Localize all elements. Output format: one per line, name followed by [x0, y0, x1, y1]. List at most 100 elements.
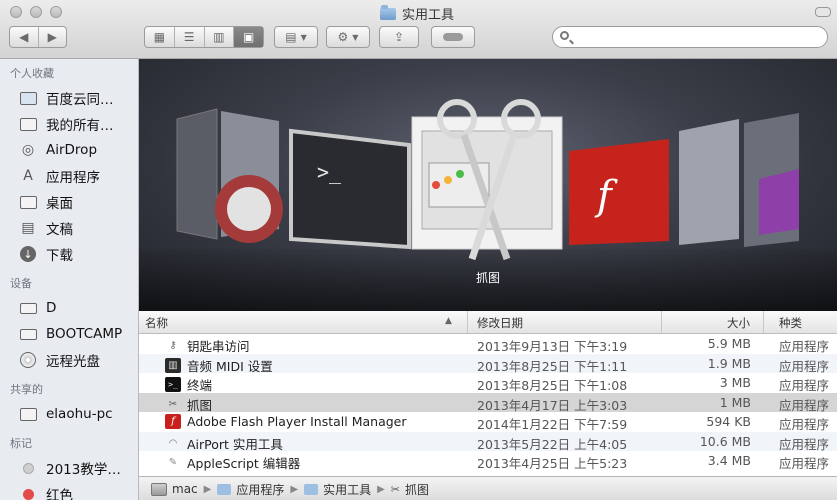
sort-ascending-icon: ▲ — [445, 316, 452, 326]
coverflow-item-grab[interactable] — [411, 99, 563, 261]
row-size: 1.9 MB — [707, 355, 751, 371]
chevron-right-icon: ▶ — [203, 483, 212, 495]
sidebar-item-bootcamp[interactable]: BOOTCAMP — [0, 321, 138, 347]
coverflow-caption: 抓图 — [475, 271, 500, 285]
airport-icon: ◠ — [168, 437, 178, 449]
table-row[interactable]: >_ 终端 2013年8月25日 下午1:08 3 MB 应用程序 — [139, 373, 837, 393]
path-item-mac[interactable]: mac — [151, 482, 198, 496]
list-header: 名称 ▲ 修改日期 大小 种类 — [139, 311, 837, 334]
coverflow-item-flash[interactable]: f — [569, 139, 669, 245]
drive-icon — [18, 299, 38, 317]
sidebar-item-drive-d[interactable]: D — [0, 295, 138, 321]
row-kind: 应用程序 — [779, 358, 830, 374]
row-kind: 应用程序 — [779, 339, 830, 354]
grab-icon: ✂ — [390, 482, 400, 496]
column-header-size[interactable]: 大小 — [727, 315, 750, 331]
row-size: 1 MB — [719, 394, 751, 410]
arrange-button[interactable]: ▤ ▼ — [274, 26, 318, 48]
path-item-applications[interactable]: 应用程序 — [217, 481, 284, 498]
table-row[interactable]: ✎ AppleScript 编辑器 2013年4月25日 上午5:23 3.4 M… — [139, 451, 837, 471]
search-field[interactable] — [552, 26, 828, 48]
path-item-label: 抓图 — [405, 482, 430, 497]
sidebar-item-applications[interactable]: A 应用程序 — [0, 163, 138, 189]
window-title: 实用工具 — [380, 4, 454, 23]
sidebar-item-tag-2013[interactable]: 2013教学… — [0, 455, 138, 481]
coverflow-view[interactable]: >_ f 抓图 — [139, 59, 837, 311]
row-size: 3.4 MB — [707, 453, 751, 468]
back-button[interactable]: ◀ — [10, 27, 39, 47]
path-item-label: mac — [172, 482, 198, 496]
toolbar-toggle-button[interactable] — [815, 7, 831, 17]
folder-icon — [217, 483, 232, 495]
column-divider[interactable] — [763, 311, 764, 333]
sidebar-item-elaohu-pc[interactable]: elaohu-pc — [0, 401, 138, 427]
row-name: 钥匙串访问 — [187, 339, 250, 354]
list-view-button[interactable]: ☰ — [175, 27, 205, 47]
sidebar-item-remote-disc[interactable]: 远程光盘 — [0, 347, 138, 373]
close-button[interactable] — [10, 6, 22, 18]
minimize-button[interactable] — [30, 6, 42, 18]
column-divider[interactable] — [661, 311, 662, 333]
column-header-name[interactable]: 名称 — [145, 315, 168, 331]
tag-gray-icon — [18, 459, 38, 477]
sidebar-item-documents[interactable]: ▤ 文稿 — [0, 215, 138, 241]
column-view-button[interactable]: ▥ — [205, 27, 235, 47]
back-forward-control: ◀ ▶ — [9, 26, 67, 48]
row-date: 2013年9月13日 下午3:19 — [477, 339, 628, 354]
forward-button[interactable]: ▶ — [39, 27, 67, 47]
view-mode-control: ▦ ☰ ▥ ▣ — [144, 26, 264, 48]
row-kind: 应用程序 — [779, 436, 830, 452]
row-name: AppleScript 编辑器 — [187, 456, 301, 471]
grid-icon: ▦ — [153, 30, 166, 44]
terminal-icon: >_ — [165, 377, 181, 392]
path-item-grab[interactable]: ✂ 抓图 — [391, 481, 429, 498]
computer-icon — [18, 405, 38, 423]
sidebar-section-title: 共享的 — [10, 383, 43, 396]
midi-icon: ▥ — [165, 357, 181, 373]
table-row[interactable]: ▥ 音频 MIDI 设置 2013年8月25日 下午1:11 1.9 MB 应用程… — [139, 353, 837, 374]
gear-icon: ⚙ — [337, 30, 349, 44]
table-row[interactable]: ⚷ 钥匙串访问 2013年9月13日 下午3:19 5.9 MB 应用程序 — [139, 334, 837, 354]
row-name: 终端 — [187, 378, 213, 393]
table-row[interactable]: ◠ AirPort 实用工具 2013年5月22日 上午4:05 10.6 MB … — [139, 431, 837, 452]
row-date: 2013年8月25日 下午1:11 — [477, 358, 628, 374]
zoom-button[interactable] — [50, 6, 62, 18]
table-row[interactable]: f Adobe Flash Player Install Manager 2014… — [139, 412, 837, 432]
drive-icon — [18, 325, 38, 343]
path-item-label: 应用程序 — [236, 482, 285, 497]
coverflow-item-left-far[interactable] — [176, 108, 283, 243]
sidebar-item-all-files[interactable]: 我的所有… — [0, 111, 138, 137]
list-icon: ☰ — [183, 30, 195, 44]
documents-icon: ▤ — [21, 220, 35, 236]
chevron-down-icon: ▼ — [300, 32, 307, 42]
columns-icon: ▥ — [213, 30, 225, 44]
chevron-left-icon: ◀ — [19, 30, 29, 44]
column-divider[interactable] — [467, 311, 468, 333]
icon-view-button[interactable]: ▦ — [145, 27, 175, 47]
column-header-date[interactable]: 修改日期 — [477, 315, 523, 331]
sidebar-item-label: 远程光盘 — [46, 354, 100, 370]
finder-window: 实用工具 ◀ ▶ ▦ ☰ ▥ ▣ ▤ ▼ ⚙ ▼ ⇪ 个人收藏 百度云同… 我的… — [0, 0, 837, 500]
sidebar-item-airdrop[interactable]: ◎ AirDrop — [0, 137, 138, 163]
path-item-utilities[interactable]: 实用工具 — [304, 481, 371, 498]
sidebar-item-label: 桌面 — [46, 196, 73, 212]
edit-tags-button[interactable] — [431, 26, 475, 48]
sidebar-section-title: 标记 — [10, 437, 32, 450]
all-files-icon — [18, 115, 38, 133]
coverflow-item-right-far[interactable] — [679, 113, 799, 247]
sidebar-item-downloads[interactable]: ↓ 下载 — [0, 241, 138, 267]
sidebar-item-label: 百度云同… — [46, 92, 114, 108]
sidebar-item-tag-red[interactable]: 红色 — [0, 481, 138, 500]
action-button[interactable]: ⚙ ▼ — [326, 26, 370, 48]
sidebar-item-baiduyun[interactable]: 百度云同… — [0, 85, 138, 111]
table-row-selected[interactable]: ✂ 抓图 2013年4月17日 上午3:03 1 MB 应用程序 — [139, 392, 837, 413]
share-button[interactable]: ⇪ — [379, 26, 419, 48]
path-bar: mac ▶ 应用程序 ▶ 实用工具 ▶ ✂ 抓图 — [139, 476, 837, 500]
sidebar-item-desktop[interactable]: 桌面 — [0, 189, 138, 215]
window-controls — [10, 6, 62, 18]
column-header-kind[interactable]: 种类 — [779, 315, 802, 331]
coverflow-view-button[interactable]: ▣ — [234, 27, 263, 47]
row-name: Adobe Flash Player Install Manager — [187, 414, 407, 429]
row-size: 594 KB — [706, 414, 751, 429]
coverflow-item-terminal[interactable]: >_ — [289, 128, 411, 250]
